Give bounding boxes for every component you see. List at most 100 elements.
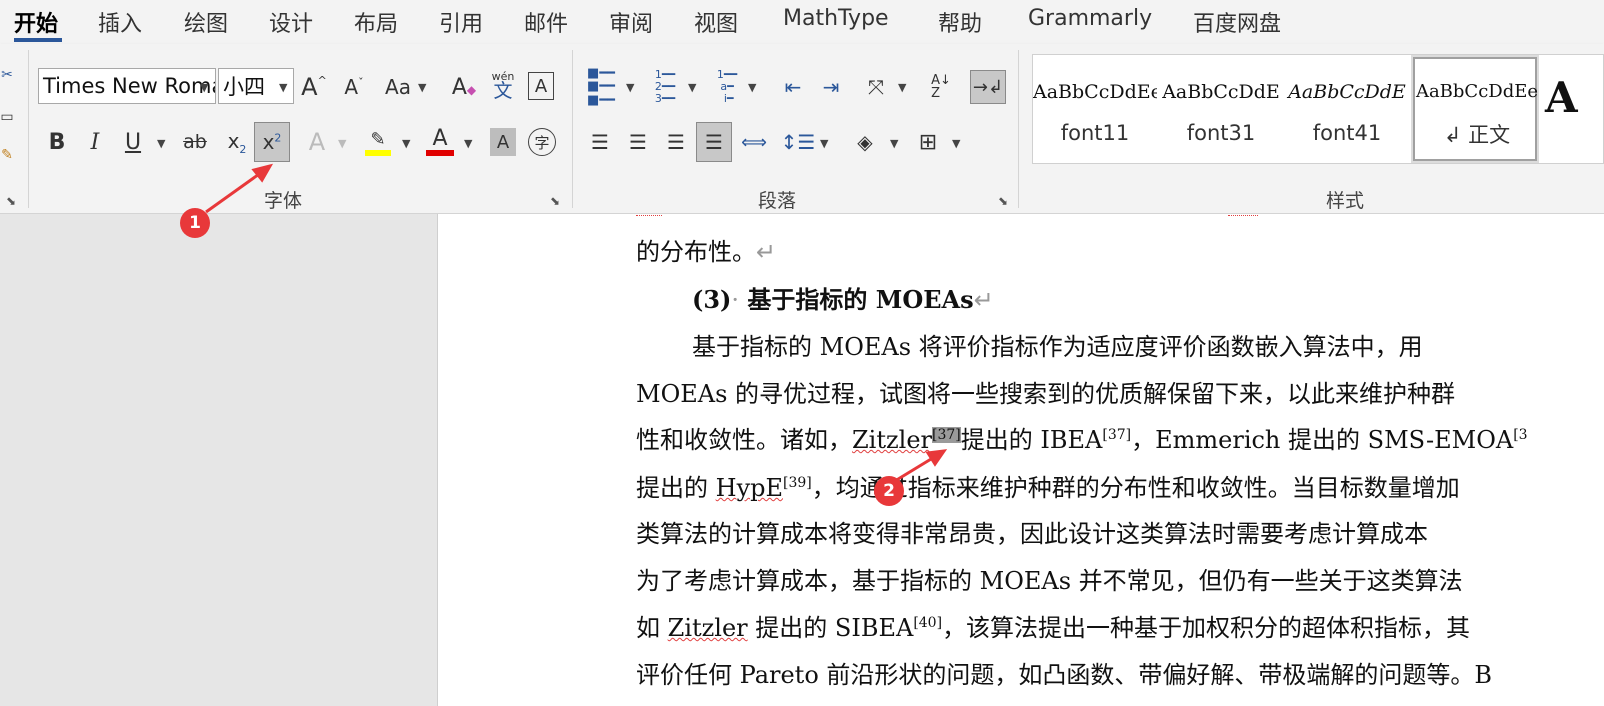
doc-line: 的分布性。↵ [636, 238, 777, 266]
group-separator [1018, 50, 1019, 208]
chevron-down-icon[interactable]: ▼ [338, 137, 346, 150]
doc-line: 基于指标的 MOEAs 将评价指标作为适应度评价函数嵌入算法中，用 [692, 333, 1423, 361]
highlight-color-button[interactable]: ✎ [362, 124, 394, 160]
style-font41[interactable]: AaBbCcDdE font41 [1285, 55, 1409, 165]
font-color-button[interactable]: A [424, 124, 456, 160]
paragraph-mark-icon: ↵ [973, 286, 994, 314]
style-heading-preview[interactable]: A [1545, 73, 1578, 122]
chevron-down-icon[interactable]: ▼ [464, 137, 472, 150]
subscript-button[interactable]: x2 [222, 124, 252, 160]
tab-draw[interactable]: 绘图 [184, 6, 228, 38]
tab-insert[interactable]: 插入 [98, 6, 142, 38]
bold-icon: B [48, 129, 66, 155]
style-font31[interactable]: AaBbCcDdE font31 [1159, 55, 1283, 165]
doc-heading: (3)· 基于指标的 MOEAs↵ [692, 285, 994, 314]
chevron-down-icon[interactable]: ▼ [418, 81, 426, 94]
chevron-down-icon[interactable]: ▼ [748, 81, 756, 94]
paragraph-group-label: 段落 [758, 190, 797, 212]
strikethrough-icon: ab [183, 131, 207, 153]
strikethrough-button[interactable]: ab [178, 124, 212, 160]
phonetic-guide-button[interactable]: wén 文 [488, 66, 518, 106]
decrease-indent-icon: ⇤ [784, 75, 802, 99]
highlight-color-swatch [365, 149, 391, 156]
multilevel-list-button[interactable]: 1━━ a━ i━ [710, 67, 744, 106]
sort-button[interactable]: A↓ Z [926, 70, 956, 104]
borders-button[interactable]: ⊞ [912, 124, 944, 160]
font-dialog-launcher-icon[interactable]: ⬊ [550, 194, 560, 208]
superscript-button[interactable]: x2 [254, 122, 290, 162]
borders-icon: ⊞ [918, 129, 938, 155]
character-shading-button[interactable]: A [490, 128, 516, 156]
chevron-down-icon[interactable]: ▼ [626, 81, 634, 94]
align-center-icon: ☰ [629, 130, 647, 154]
clear-formatting-button[interactable]: A◆ [448, 70, 480, 104]
distributed-icon: ⟺ [741, 131, 767, 153]
increase-indent-button[interactable]: ⇥ [816, 70, 846, 104]
chevron-down-icon[interactable]: ▼ [688, 81, 696, 94]
highlighter-icon: ✎ [370, 128, 386, 150]
grow-font-button[interactable]: A ^ [298, 70, 330, 104]
tab-home[interactable]: 开始 [14, 6, 58, 38]
underline-button[interactable]: U [118, 124, 148, 160]
tab-view[interactable]: 视图 [694, 6, 738, 38]
clear-formatting-icon: A◆ [451, 74, 477, 100]
tab-mathtype[interactable]: MathType [783, 6, 889, 31]
cut-icon[interactable]: ✂ [0, 62, 14, 88]
character-border-button[interactable]: A [528, 72, 554, 100]
distributed-button[interactable]: ⟺ [738, 124, 770, 160]
justify-button[interactable]: ☰ [696, 122, 732, 162]
tab-mailings[interactable]: 邮件 [524, 6, 568, 38]
font-color-icon: A [432, 126, 448, 151]
annotation-badge-1: 1 [180, 208, 210, 238]
font-family-combobox[interactable]: Times New Roman [38, 68, 216, 104]
show-formatting-marks-button[interactable]: →↲ [970, 70, 1006, 104]
character-border-icon: A [534, 75, 548, 97]
enclose-characters-button[interactable]: 字 [528, 128, 556, 156]
numbering-button[interactable]: 1━━ 2━━ 3━━ [648, 68, 682, 104]
multilevel-list-icon: 1━━ a━ i━ [716, 67, 738, 106]
change-case-button[interactable]: Aa [380, 70, 416, 104]
tab-references[interactable]: 引用 [439, 6, 483, 38]
style-preview: AaBbCcDdE [1288, 81, 1406, 103]
decrease-indent-button[interactable]: ⇤ [778, 70, 808, 104]
chevron-down-icon[interactable]: ▼ [402, 137, 410, 150]
format-painter-icon[interactable]: ✎ [0, 142, 14, 168]
paint-bucket-icon: ◈ [857, 130, 873, 154]
group-separator [28, 50, 29, 208]
style-normal[interactable]: AaBbCcDdEe ↲ 正文 [1411, 55, 1539, 163]
asian-layout-button[interactable]: ⤧ [860, 70, 892, 104]
text-effects-button[interactable]: A [302, 124, 332, 160]
chevron-down-icon[interactable]: ▼ [200, 81, 208, 94]
chevron-down-icon[interactable]: ▼ [820, 137, 828, 150]
bullets-button[interactable]: ■━━ ■━━ ■━━ [584, 66, 618, 107]
clipboard-launcher-icon[interactable]: ⬊ [6, 194, 16, 208]
font-color-swatch [426, 150, 454, 156]
tab-layout[interactable]: 布局 [354, 6, 398, 38]
enclose-characters-icon: 字 [534, 133, 550, 152]
shrink-font-button[interactable]: Aˇ [338, 70, 370, 104]
document-page[interactable]: 的分布性。↵ (3)· 基于指标的 MOEAs↵ 基于指标的 MOEAs 将评价… [438, 214, 1604, 706]
align-center-button[interactable]: ☰ [622, 124, 654, 160]
chevron-down-icon[interactable]: ▼ [279, 81, 287, 94]
styles-gallery: AaBbCcDdEe font11 AaBbCcDdE font31 AaBbC… [1032, 54, 1604, 164]
tab-review[interactable]: 审阅 [609, 6, 653, 38]
style-font11[interactable]: AaBbCcDdEe font11 [1033, 55, 1157, 165]
copy-icon[interactable]: ▭ [0, 104, 14, 130]
tab-help[interactable]: 帮助 [938, 6, 982, 38]
shading-button[interactable]: ◈ [848, 124, 882, 160]
chevron-down-icon[interactable]: ▼ [890, 137, 898, 150]
chevron-down-icon[interactable]: ▼ [898, 81, 906, 94]
chevron-down-icon[interactable]: ▼ [157, 137, 165, 150]
paragraph-dialog-launcher-icon[interactable]: ⬊ [998, 194, 1008, 208]
line-spacing-button[interactable]: ↕☰ [781, 124, 816, 160]
tab-design[interactable]: 设计 [269, 6, 313, 38]
selected-citation[interactable]: [37] [932, 427, 961, 443]
align-right-button[interactable]: ☰ [660, 124, 692, 160]
bold-button[interactable]: B [42, 124, 72, 160]
italic-button[interactable]: I [80, 124, 110, 160]
chevron-down-icon[interactable]: ▼ [952, 137, 960, 150]
underline-icon: U [124, 129, 142, 155]
align-left-button[interactable]: ☰ [584, 124, 616, 160]
tab-baidu-netdisk[interactable]: 百度网盘 [1193, 6, 1281, 38]
tab-grammarly[interactable]: Grammarly [1028, 6, 1152, 31]
